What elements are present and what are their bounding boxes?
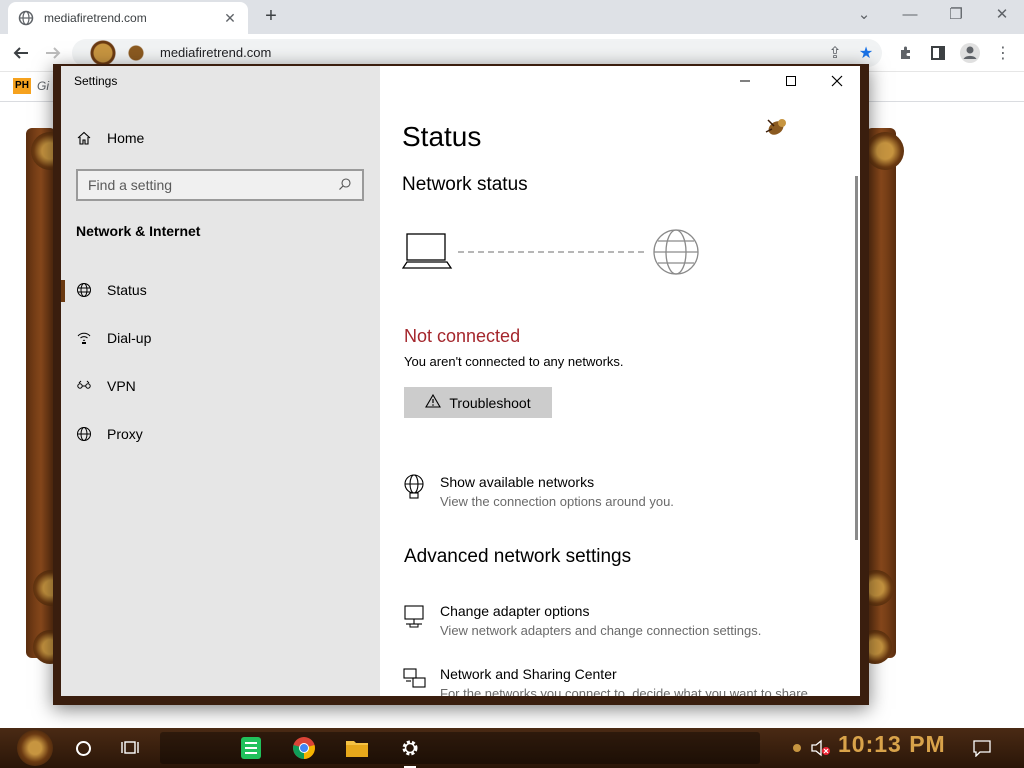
- bookmark-label[interactable]: Gi: [37, 79, 49, 93]
- cortana-circle-icon: [75, 740, 91, 756]
- network-diagram: [401, 228, 702, 278]
- search-placeholder: Find a setting: [88, 177, 173, 193]
- file-explorer-icon[interactable]: [343, 728, 371, 768]
- address-bar[interactable]: mediafiretrend.com: [72, 39, 882, 67]
- steampunk-gear-decoration: [70, 40, 180, 66]
- cortana-button[interactable]: [68, 728, 98, 768]
- browser-minimize-button[interactable]: —: [896, 4, 924, 28]
- network-globe-icon: [402, 474, 440, 500]
- sidebar-item-vpn[interactable]: VPN: [61, 366, 380, 406]
- sidebar-home-label: Home: [107, 130, 145, 146]
- show-available-networks-link[interactable]: Show available networks View the connect…: [402, 474, 674, 509]
- troubleshoot-label: Troubleshoot: [449, 394, 531, 411]
- steampunk-bug-decoration: [760, 112, 792, 144]
- search-icon: [338, 177, 352, 194]
- link-title: Show available networks: [440, 474, 595, 490]
- browser-menu-icon[interactable]: ⋮: [990, 40, 1016, 66]
- link-description: View network adapters and change connect…: [440, 623, 762, 638]
- sidebar-item-dial-up[interactable]: Dial-up: [61, 318, 380, 358]
- bookmark-badge[interactable]: PH: [13, 78, 31, 94]
- start-button[interactable]: [10, 728, 60, 768]
- taskbar-clock[interactable]: 10:13 PM: [838, 731, 946, 758]
- phone-icon: [61, 330, 107, 346]
- share-icon[interactable]: ⇪: [822, 40, 848, 66]
- network-adapter-icon: [402, 603, 440, 629]
- link-description: View the connection options around you.: [440, 494, 674, 509]
- troubleshoot-button[interactable]: Troubleshoot: [404, 387, 552, 418]
- sidebar-item-label: Proxy: [107, 426, 143, 442]
- connection-state: Not connected: [404, 326, 521, 346]
- task-view-button[interactable]: [116, 728, 146, 768]
- tab-search-chevron-icon[interactable]: ⌄: [850, 4, 878, 28]
- task-view-icon: [121, 741, 139, 754]
- advanced-settings-heading: Advanced network settings: [404, 546, 632, 567]
- volume-muted-icon[interactable]: [808, 728, 834, 768]
- sidebar-item-label: VPN: [107, 378, 136, 394]
- link-title: Change adapter options: [440, 603, 590, 619]
- tab-close-icon[interactable]: ✕: [222, 10, 238, 27]
- sharing-center-clip: Network and Sharing Center For the netwo…: [380, 664, 860, 696]
- settings-gear-icon[interactable]: [396, 728, 424, 768]
- start-gear-icon: [17, 730, 53, 766]
- settings-close-button[interactable]: [822, 70, 852, 92]
- vpn-icon: [61, 378, 107, 394]
- network-sharing-center-link[interactable]: Network and Sharing Center For the netwo…: [402, 666, 811, 696]
- sidebar-item-label: Status: [107, 282, 147, 298]
- back-arrow-icon[interactable]: [8, 40, 34, 66]
- chrome-app-icon[interactable]: [290, 728, 318, 768]
- tab-title: mediafiretrend.com: [44, 11, 147, 25]
- sharing-center-icon: [402, 666, 440, 692]
- profile-avatar-icon[interactable]: [957, 40, 983, 66]
- extensions-puzzle-icon[interactable]: [893, 40, 919, 66]
- change-adapter-options-link[interactable]: Change adapter options View network adap…: [402, 603, 761, 638]
- side-panel-icon[interactable]: [925, 40, 951, 66]
- laptop-icon: [401, 233, 453, 269]
- globe-icon: [61, 282, 107, 298]
- page-title: Status: [402, 121, 482, 152]
- main-scrollbar[interactable]: [855, 176, 858, 540]
- connection-description: You aren't connected to any networks.: [404, 354, 624, 369]
- settings-minimize-button[interactable]: [730, 70, 760, 92]
- settings-window-title: Settings: [74, 74, 118, 88]
- settings-main-pane: [380, 66, 860, 696]
- sidebar-item-proxy[interactable]: Proxy: [61, 414, 380, 454]
- browser-close-button[interactable]: ✕: [988, 4, 1016, 28]
- link-description: For the networks you connect to, decide …: [440, 686, 812, 696]
- settings-maximize-button[interactable]: [776, 70, 806, 92]
- sidebar-item-status[interactable]: Status: [61, 270, 380, 310]
- warning-icon: [425, 393, 442, 411]
- tray-dot-icon[interactable]: [790, 728, 804, 768]
- site-globe-icon: [18, 10, 34, 26]
- sidebar-section-label: Network & Internet: [76, 223, 201, 239]
- notifications-icon[interactable]: [968, 728, 996, 768]
- find-setting-search-input[interactable]: Find a setting: [76, 169, 364, 201]
- browser-tab[interactable]: mediafiretrend.com ✕: [8, 2, 248, 34]
- home-icon: [61, 130, 107, 146]
- globe-icon: [61, 426, 107, 442]
- forward-arrow-icon[interactable]: [40, 40, 66, 66]
- sheets-app-icon[interactable]: [238, 728, 264, 768]
- internet-globe-icon: [653, 229, 699, 275]
- gauge-icon-right: [866, 132, 904, 170]
- network-status-heading: Network status: [402, 174, 528, 195]
- bookmark-star-icon[interactable]: ★: [853, 40, 879, 66]
- sidebar-item-label: Dial-up: [107, 330, 152, 346]
- link-title: Network and Sharing Center: [440, 666, 617, 682]
- browser-restore-button[interactable]: ❐: [942, 4, 970, 28]
- sidebar-home[interactable]: Home: [61, 118, 380, 158]
- new-tab-button[interactable]: +: [260, 6, 282, 28]
